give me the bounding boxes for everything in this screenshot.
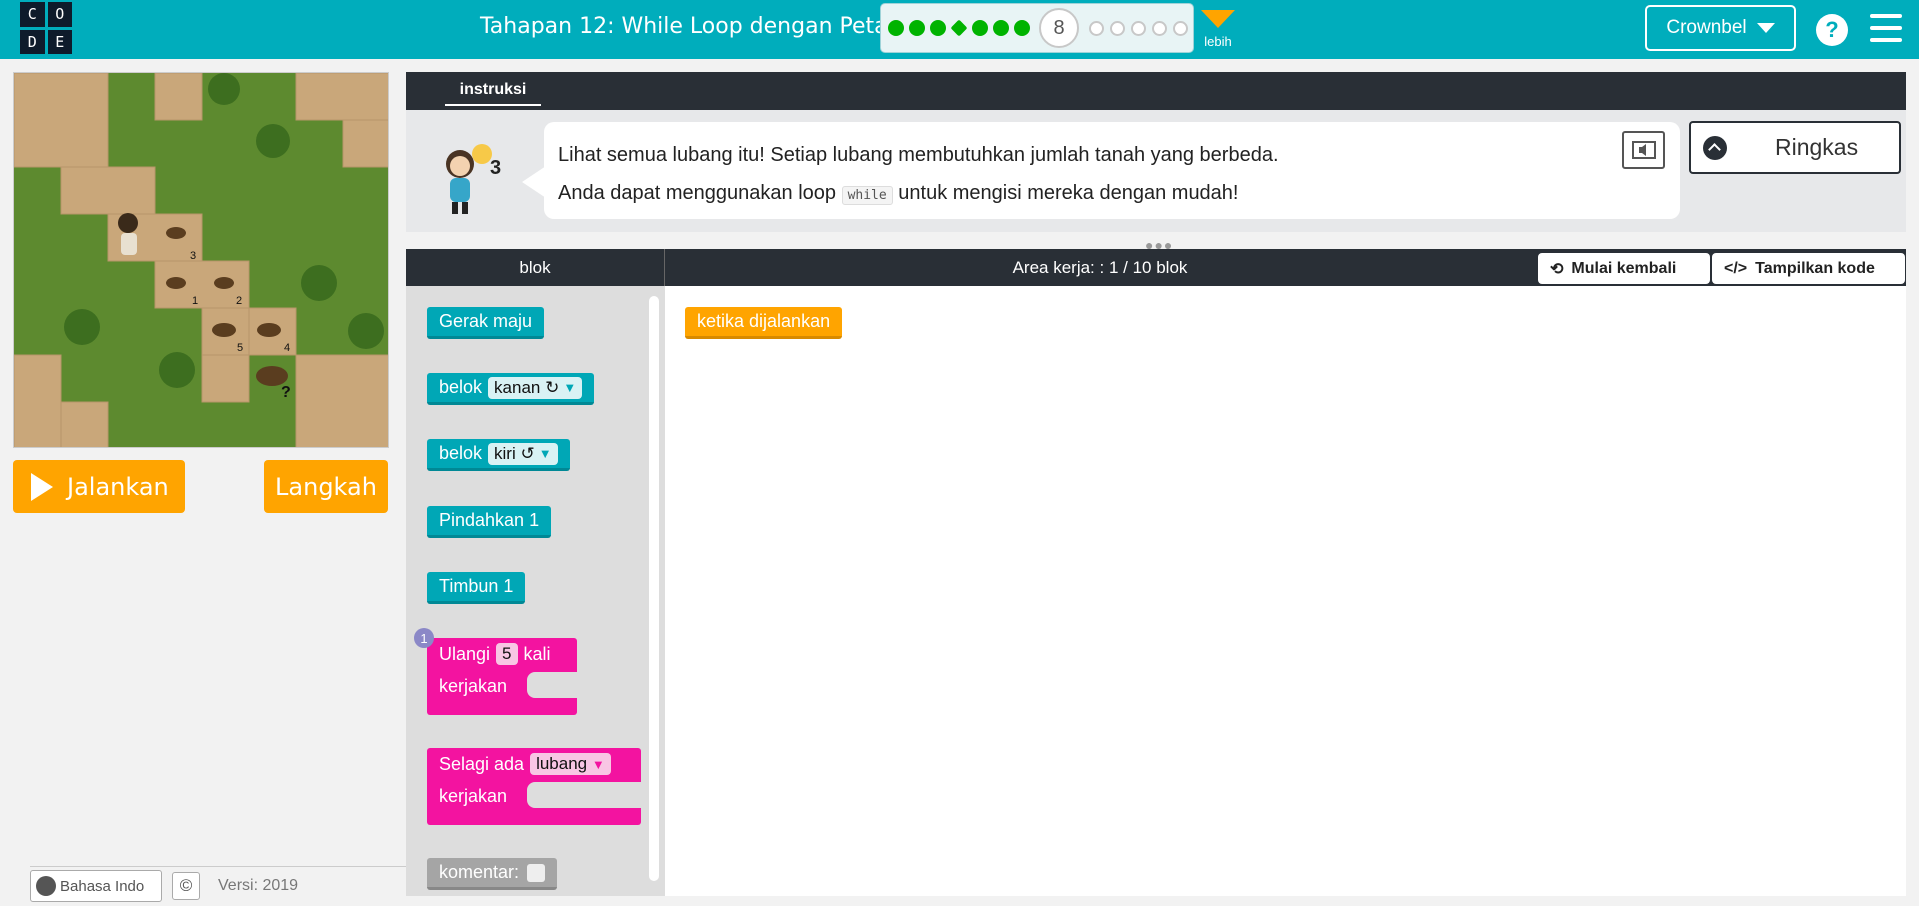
- toolbox-scrollbar[interactable]: [649, 296, 659, 881]
- text-to-speech-icon[interactable]: [1622, 131, 1665, 169]
- when-run-block[interactable]: ketika dijalankan: [685, 307, 843, 339]
- hamburger-menu-icon[interactable]: [1870, 14, 1902, 42]
- workspace[interactable]: [665, 286, 1906, 896]
- reset-button[interactable]: ⟲ Mulai kembali: [1538, 253, 1710, 284]
- turn-right-block[interactable]: belok kanan ↻ ▼: [427, 373, 595, 405]
- turn-left-block[interactable]: belok kiri ↺ ▼: [427, 439, 570, 471]
- username: Crownbel: [1666, 17, 1747, 38]
- reset-icon: ⟲: [1550, 260, 1564, 278]
- block-label: Pindahkan 1: [439, 510, 540, 530]
- collapse-label: Ringkas: [1775, 134, 1859, 160]
- block-label: Timbun 1: [439, 576, 514, 596]
- code-logo[interactable]: C O D E: [20, 2, 72, 54]
- level-dot-empty[interactable]: [1152, 20, 1167, 36]
- workspace-header: Area kerja: : 1 / 10 blok: [1012, 257, 1188, 277]
- copyright-button[interactable]: ©: [172, 872, 200, 900]
- repeat-row: Ulangi 5 kali: [439, 643, 551, 665]
- code-icon: </>: [1724, 259, 1748, 277]
- dropdown-arrow-icon: ▼: [563, 380, 577, 395]
- hole-count-label: 3: [190, 250, 196, 262]
- instruction-line: Anda dapat menggunakan loop while untuk …: [558, 174, 1666, 215]
- level-dot-completed[interactable]: [1014, 20, 1030, 36]
- help-icon[interactable]: ?: [1816, 14, 1848, 46]
- reset-label: Mulai kembali: [1571, 259, 1677, 277]
- remove-dirt-block[interactable]: Pindahkan 1: [427, 506, 552, 538]
- while-code-snippet: while: [841, 186, 893, 205]
- instruction-line: Lihat semua lubang itu! Setiap lubang me…: [558, 144, 1279, 166]
- tab-instructions[interactable]: instruksi: [445, 81, 541, 106]
- logo-letter: E: [47, 29, 72, 54]
- statement-slot[interactable]: [527, 782, 641, 808]
- level-dot-empty[interactable]: [1110, 20, 1125, 36]
- block-label: belok: [439, 443, 483, 463]
- level-dot-empty[interactable]: [1089, 20, 1104, 36]
- run-label: Jalankan: [67, 472, 169, 501]
- more-levels-button[interactable]: lebih: [1198, 8, 1238, 49]
- hint-count: 3: [490, 157, 501, 179]
- logo-letter: D: [20, 29, 45, 54]
- dropdown-arrow-icon: ▼: [538, 446, 552, 461]
- level-dot-completed[interactable]: [930, 20, 946, 36]
- repeat-count-input[interactable]: 5: [496, 643, 518, 665]
- show-code-label: Tampilkan kode: [1755, 259, 1875, 277]
- level-progress: 8: [880, 3, 1194, 53]
- level-dot-empty[interactable]: [1131, 20, 1146, 36]
- hole-count-label: 2: [236, 295, 242, 307]
- more-arrow-icon: [1201, 10, 1235, 28]
- farmer-maze-canvas[interactable]: 3 1 2 5 4 ?: [13, 72, 389, 448]
- language-select[interactable]: Bahasa Indo: [30, 870, 162, 902]
- hint-avatar[interactable]: 3: [435, 136, 505, 218]
- maze-grid: 3 1 2 5 4 ?: [14, 73, 388, 447]
- hole-count-label: 1: [192, 295, 198, 307]
- hole-count-label: ?: [281, 384, 291, 401]
- while-row: Selagi ada lubang ▼: [427, 748, 641, 780]
- level-dot-completed[interactable]: [909, 20, 925, 36]
- instruction-text: Anda dapat menggunakan loop: [558, 182, 837, 204]
- level-diamond-completed[interactable]: [950, 19, 968, 37]
- comment-block[interactable]: komentar:: [427, 858, 558, 890]
- block-label: Gerak maju: [439, 311, 533, 331]
- collapse-instructions-button[interactable]: Ringkas: [1689, 121, 1901, 174]
- level-dot-completed[interactable]: [888, 20, 904, 36]
- block-label: komentar:: [439, 862, 520, 882]
- level-dot-completed[interactable]: [972, 20, 988, 36]
- instructions-header: [406, 72, 1906, 110]
- while-condition-dropdown[interactable]: lubang ▼: [530, 753, 611, 775]
- chevron-up-icon: [1703, 135, 1727, 160]
- direction-dropdown[interactable]: kiri ↺ ▼: [488, 442, 558, 465]
- instruction-text: untuk mengisi mereka dengan mudah!: [898, 182, 1239, 204]
- show-code-button[interactable]: </> Tampilkan kode: [1712, 253, 1905, 284]
- logo-letter: O: [47, 2, 72, 27]
- toolbox-header: blok: [406, 249, 665, 286]
- step-button[interactable]: Langkah: [264, 460, 388, 513]
- logo-letter: C: [20, 2, 45, 27]
- caret-down-icon: [1756, 23, 1775, 33]
- statement-slot[interactable]: [527, 672, 577, 698]
- direction-dropdown[interactable]: kanan ↻ ▼: [488, 376, 583, 399]
- level-dot-empty[interactable]: [1173, 20, 1188, 36]
- play-icon: [31, 472, 53, 501]
- more-label: lebih: [1204, 34, 1232, 49]
- language-value: Bahasa Indo: [60, 877, 145, 895]
- top-header: C O D E Tahapan 12: While Loop dengan Pe…: [0, 0, 1919, 59]
- user-menu-button[interactable]: Crownbel: [1645, 5, 1796, 51]
- block-label: belok: [439, 377, 483, 397]
- move-forward-block[interactable]: Gerak maju: [427, 307, 545, 339]
- level-dot-completed[interactable]: [993, 20, 1009, 36]
- fill-hole-block[interactable]: Timbun 1: [427, 572, 526, 604]
- block-label: ketika dijalankan: [697, 311, 831, 331]
- block-limit-badge: 1: [414, 628, 434, 648]
- instruction-bubble: Lihat semua lubang itu! Setiap lubang me…: [522, 122, 1680, 219]
- footer: Bahasa Indo © Versi: 2019: [30, 866, 298, 906]
- run-button[interactable]: Jalankan: [13, 460, 185, 513]
- version-text: Versi: 2019: [218, 877, 299, 894]
- comment-field[interactable]: [527, 863, 546, 882]
- hole-count-label: 5: [237, 342, 243, 354]
- level-title: Tahapan 12: While Loop dengan Petani: [480, 14, 908, 39]
- globe-icon: [36, 876, 56, 896]
- current-level-bubble[interactable]: 8: [1039, 8, 1079, 48]
- repeat-block[interactable]: Ulangi 5 kali kerjakan: [427, 638, 577, 715]
- while-block[interactable]: Selagi ada lubang ▼ kerjakan: [427, 748, 641, 825]
- hole-count-label: 4: [284, 342, 290, 354]
